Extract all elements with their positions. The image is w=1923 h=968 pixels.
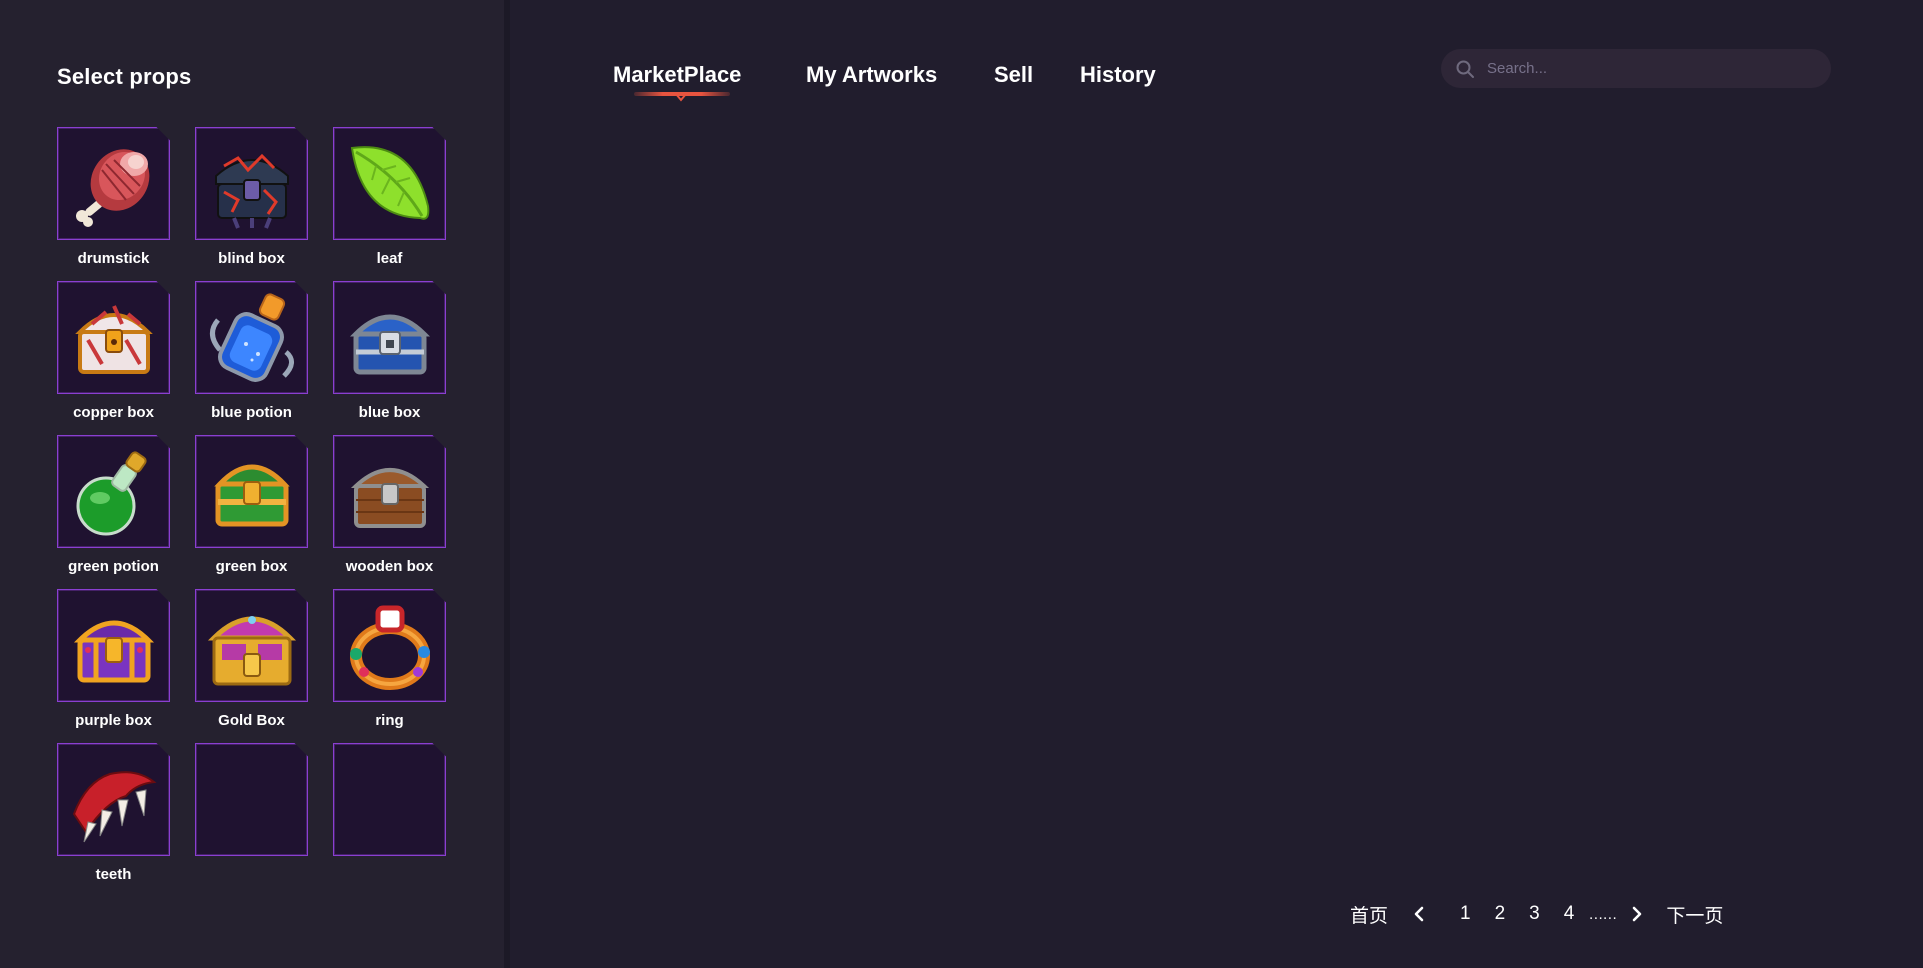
prop-tile[interactable] [333,589,446,702]
prop-label: wooden box [345,558,434,575]
gold-box-icon [207,615,296,685]
prop-tile[interactable] [57,281,170,394]
search-box[interactable] [1441,49,1831,88]
prop-tile[interactable] [57,127,170,240]
page-number-4[interactable]: 4 [1564,903,1575,925]
page-number-3[interactable]: 3 [1529,903,1540,925]
page-number-2[interactable]: 2 [1495,903,1506,925]
prop-label: blind box [218,250,285,267]
prop-label: purple box [75,712,152,729]
search-input[interactable] [1485,59,1809,78]
prop-wooden-box[interactable]: wooden box [333,435,446,589]
prop-tile[interactable] [333,743,446,856]
sidebar-divider [504,0,510,968]
prop-drumstick[interactable]: drumstick [57,127,170,281]
prop-green-potion[interactable]: green potion [57,435,170,589]
prop-green-box[interactable]: green box [195,435,308,589]
prop-tile[interactable] [333,127,446,240]
wooden-box-icon [350,467,429,528]
prop-label: ring [375,712,404,729]
prop-label: leaf [376,250,403,267]
prop-teeth[interactable]: teeth [57,743,170,897]
drumstick-icon [75,148,149,227]
search-icon [1456,60,1474,78]
pagination: 首页 1 2 3 4 …… 下一页 [1350,898,1723,930]
prop-label: green box [215,558,288,575]
prop-tile[interactable] [333,435,446,548]
page-number-1[interactable]: 1 [1460,903,1471,925]
blue-potion-icon [209,292,294,382]
purple-box-icon [73,620,154,682]
prop-tile[interactable] [195,281,308,394]
prop-tile[interactable] [195,435,308,548]
blue-box-icon [349,314,430,374]
tab-history[interactable]: History [1080,62,1156,88]
prop-label: green potion [68,558,159,575]
prop-label: drumstick [77,250,150,267]
prop-tile[interactable] [333,281,446,394]
teeth-icon [72,770,157,842]
caret-down-icon [675,93,687,102]
prop-tile[interactable] [195,127,308,240]
app-root: Select props drumstick blind box leaf co… [0,0,1923,968]
tab-sell[interactable]: Sell [994,62,1033,88]
props-sidebar: Select props drumstick blind box leaf co… [0,0,504,968]
prop-empty-slot[interactable] [333,743,446,897]
prop-label: blue potion [211,404,292,421]
prop-leaf[interactable]: leaf [333,127,446,281]
green-potion-icon [76,450,147,535]
sidebar-title: Select props [57,64,192,89]
chevron-right-icon[interactable] [1630,906,1644,922]
prop-label: teeth [95,866,132,883]
props-grid: drumstick blind box leaf copper box blue… [57,127,446,897]
prop-gold-box[interactable]: Gold Box [195,589,308,743]
prop-tile[interactable] [57,743,170,856]
prop-tile[interactable] [195,589,308,702]
chevron-left-icon[interactable] [1412,906,1426,922]
ring-icon [349,605,430,690]
leaf-icon [350,145,429,220]
prop-copper-box[interactable]: copper box [57,281,170,435]
prop-tile[interactable] [57,435,170,548]
prop-tile[interactable] [195,743,308,856]
prop-label: blue box [358,404,421,421]
tab-my-artworks[interactable]: My Artworks [806,62,937,88]
prop-blue-box[interactable]: blue box [333,281,446,435]
pagination-ellipsis: …… [1588,905,1617,923]
prop-purple-box[interactable]: purple box [57,589,170,743]
prop-empty-slot[interactable] [195,743,308,897]
copper-box-icon [74,304,153,374]
green-box-icon [213,464,290,526]
prop-label: Gold Box [218,712,285,729]
tab-marketplace[interactable]: MarketPlace [613,62,741,88]
prop-label: copper box [73,404,154,421]
prop-tile[interactable] [57,589,170,702]
first-page-link[interactable]: 首页 [1350,901,1388,928]
prop-blue-potion[interactable]: blue potion [195,281,308,435]
next-page-link[interactable]: 下一页 [1666,901,1723,928]
prop-blind-box[interactable]: blind box [195,127,308,281]
prop-ring[interactable]: ring [333,589,446,743]
blind-box-icon [214,153,289,229]
